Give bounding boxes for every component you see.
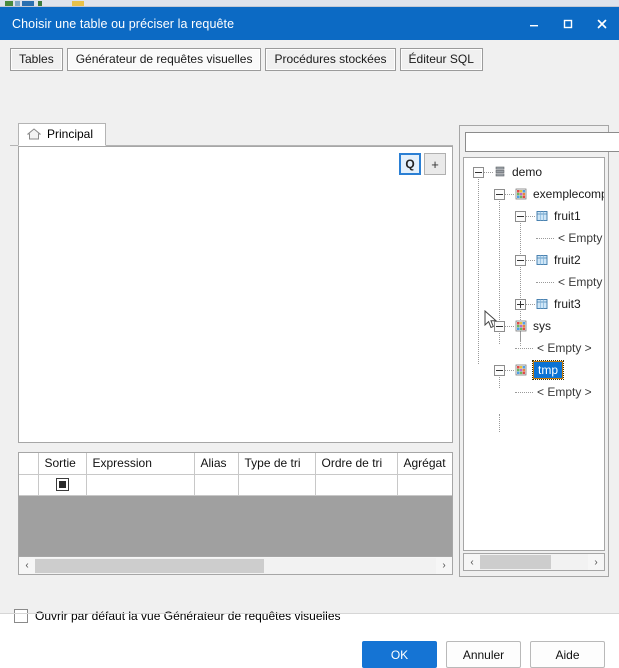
help-button[interactable]: Aide	[530, 641, 605, 668]
object-tree[interactable]: demo exemplecompareta	[463, 157, 605, 551]
tree-node-empty: < Empty >	[464, 381, 604, 403]
collapse-toggle-icon[interactable]	[515, 254, 526, 266]
subtab-principal[interactable]: Principal	[18, 123, 107, 146]
query-tool-button[interactable]: Q	[399, 153, 421, 175]
cell-sortie[interactable]	[38, 474, 87, 496]
tab-tables[interactable]: Tables	[10, 48, 63, 71]
tab-visual-query-builder[interactable]: Générateur de requêtes visuelles	[66, 48, 262, 71]
table-row[interactable]	[19, 474, 452, 496]
tree-search-row: ✕	[460, 126, 619, 156]
cell-type-de-tri[interactable]	[238, 474, 316, 496]
tree-node-label: demo	[512, 165, 543, 179]
table-icon	[536, 255, 548, 265]
object-tree-panel: ✕	[459, 125, 619, 577]
schema-icon	[515, 320, 527, 332]
tree-node-fruit2[interactable]: fruit2	[464, 249, 604, 271]
grid-corner-header	[19, 453, 39, 475]
database-icon	[495, 166, 505, 177]
tree-node-fruit3[interactable]: fruit3	[464, 293, 604, 315]
expression-grid[interactable]: Sortie Expression Alias Type de tri Ordr…	[18, 452, 453, 557]
schema-icon	[515, 364, 527, 376]
tree-node-label: fruit3	[554, 297, 581, 311]
tab-sql-editor[interactable]: Éditeur SQL	[399, 48, 483, 71]
dialog-body: Principal Q + Sortie Expression Alias Ty…	[0, 70, 619, 668]
grid-header-type-de-tri[interactable]: Type de tri	[238, 453, 316, 475]
canvas-toolbar: Q +	[399, 153, 446, 175]
query-canvas[interactable]: Q +	[18, 146, 453, 443]
title-bar: Choisir une table ou préciser la requête	[0, 7, 619, 40]
dialog-window: Choisir une table ou préciser la requête…	[0, 7, 619, 668]
subtab-row: Principal	[10, 123, 453, 146]
grid-scroll-thumb[interactable]	[35, 558, 264, 573]
schema-icon	[515, 188, 527, 200]
tree-node-empty: < Empty >	[464, 271, 604, 293]
grid-header-agregat[interactable]: Agrégat	[397, 453, 452, 475]
default-view-checkbox[interactable]	[14, 609, 28, 623]
default-view-option[interactable]: Ouvrir par défaut la vue Générateur de r…	[14, 609, 341, 623]
tree-node-fruit1[interactable]: fruit1	[464, 205, 604, 227]
tree-scroll-thumb[interactable]	[480, 555, 552, 569]
grid-horizontal-scrollbar[interactable]: ‹ ›	[18, 557, 453, 575]
close-button[interactable]	[585, 7, 619, 40]
cancel-button[interactable]: Annuler	[446, 641, 521, 668]
tree-node-label: fruit1	[554, 209, 581, 223]
tree-node-label-selected: tmp	[531, 360, 565, 380]
tree-node-demo[interactable]: demo	[464, 161, 604, 183]
cell-expression[interactable]	[86, 474, 195, 496]
tree-node-label: < Empty >	[537, 385, 592, 399]
tree-horizontal-scrollbar[interactable]: ‹ ›	[463, 553, 605, 571]
grid-header-expression[interactable]: Expression	[86, 453, 195, 475]
expression-grid-table: Sortie Expression Alias Type de tri Ordr…	[19, 453, 452, 496]
minimize-button[interactable]	[517, 7, 551, 40]
collapse-toggle-icon[interactable]	[473, 166, 484, 178]
row-handle-cell[interactable]	[19, 474, 39, 496]
tab-stored-procedures[interactable]: Procédures stockées	[265, 48, 396, 71]
background-window-strip	[0, 0, 619, 7]
tree-node-label: < Empty >	[558, 231, 604, 245]
collapse-toggle-icon[interactable]	[494, 364, 505, 376]
cell-alias[interactable]	[194, 474, 239, 496]
ok-button[interactable]: OK	[362, 641, 437, 668]
table-icon	[536, 211, 548, 221]
tree-node-label: fruit2	[554, 253, 581, 267]
tree-node-label: sys	[533, 319, 551, 333]
tree-node-empty: < Empty >	[464, 337, 604, 359]
tree-node-label: exemplecompareta	[533, 187, 604, 201]
subtab-label: Principal	[47, 127, 94, 141]
maximize-button[interactable]	[551, 7, 585, 40]
scroll-left-arrow-icon[interactable]: ‹	[464, 554, 480, 570]
cell-ordre-de-tri[interactable]	[315, 474, 398, 496]
collapse-toggle-icon[interactable]	[494, 320, 505, 332]
expand-toggle-icon[interactable]	[515, 298, 526, 310]
grid-header-sortie[interactable]: Sortie	[38, 453, 87, 475]
grid-header-ordre-de-tri[interactable]: Ordre de tri	[315, 453, 398, 475]
window-controls	[517, 7, 619, 40]
grid-header-alias[interactable]: Alias	[194, 453, 239, 475]
search-input[interactable]	[465, 131, 619, 152]
grid-header-row: Sortie Expression Alias Type de tri Ordr…	[19, 453, 452, 475]
tree-node-label: < Empty >	[558, 275, 604, 289]
home-icon	[27, 128, 41, 140]
collapse-toggle-icon[interactable]	[515, 210, 526, 222]
grid-scroll-track[interactable]	[35, 557, 436, 574]
tree-node-label: < Empty >	[537, 341, 592, 355]
dialog-button-row: OK Annuler Aide	[362, 641, 605, 668]
scroll-right-arrow-icon[interactable]: ›	[588, 554, 604, 570]
add-tool-button[interactable]: +	[424, 153, 446, 175]
tree-node-tmp[interactable]: tmp	[464, 359, 604, 381]
output-checkbox[interactable]	[55, 478, 69, 491]
default-view-label: Ouvrir par défaut la vue Générateur de r…	[35, 609, 341, 623]
table-icon	[536, 299, 548, 309]
tree-node-sys[interactable]: sys	[464, 315, 604, 337]
window-title: Choisir une table ou préciser la requête	[12, 16, 235, 31]
scroll-left-arrow-icon[interactable]: ‹	[19, 558, 35, 574]
scroll-right-arrow-icon[interactable]: ›	[436, 558, 452, 574]
tree-node-exemplecompareta[interactable]: exemplecompareta	[464, 183, 604, 205]
tab-strip: Tables Générateur de requêtes visuelles …	[0, 40, 619, 71]
tree-nodes-container: demo exemplecompareta	[464, 158, 604, 432]
tree-node-empty: < Empty >	[464, 227, 604, 249]
collapse-toggle-icon[interactable]	[494, 188, 505, 200]
tree-scroll-track[interactable]	[480, 554, 588, 570]
cell-agregat[interactable]	[397, 474, 452, 496]
